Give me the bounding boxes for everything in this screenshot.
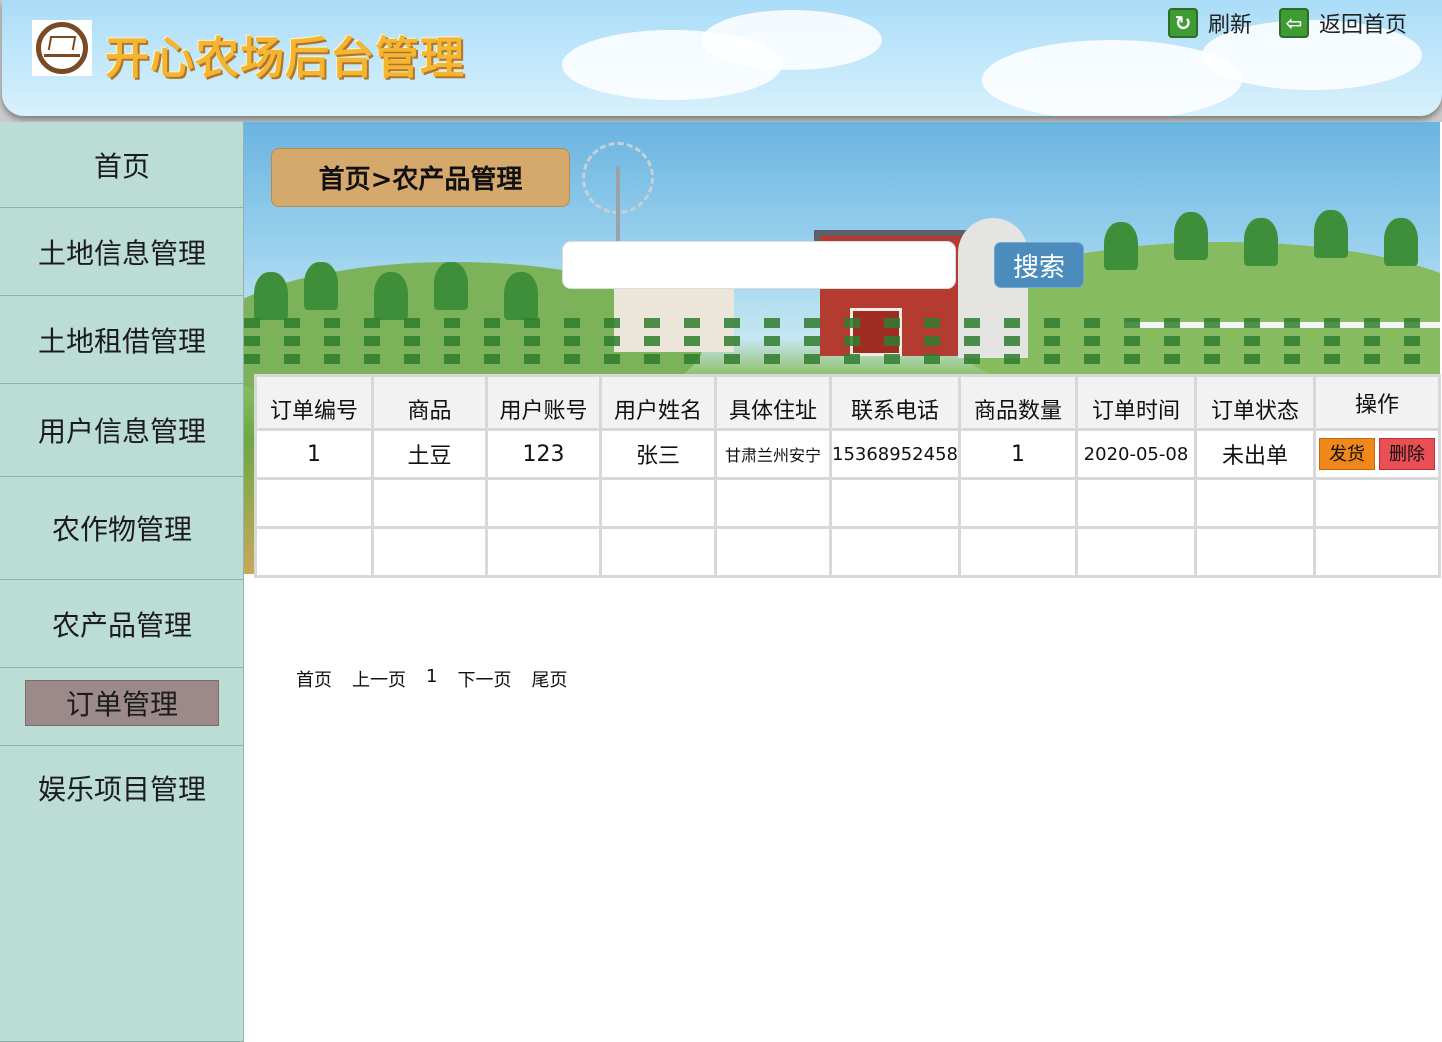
pagination: 首页 上一页 1 下一页 尾页 bbox=[296, 666, 567, 692]
sidebar-item-land-info[interactable]: 土地信息管理 bbox=[0, 208, 244, 296]
ship-button[interactable]: 发货 bbox=[1318, 438, 1375, 470]
pager-last-link[interactable]: 尾页 bbox=[531, 666, 567, 692]
empty-cell bbox=[714, 477, 832, 529]
sidebar-item-crops[interactable]: 农作物管理 bbox=[0, 477, 244, 580]
cell-order-id: 1 bbox=[254, 428, 374, 480]
tree-decoration bbox=[1244, 218, 1278, 266]
empty-cell bbox=[829, 477, 961, 529]
empty-cell bbox=[599, 526, 717, 578]
empty-cell bbox=[599, 477, 717, 529]
empty-cell bbox=[371, 477, 488, 529]
cell-phone: 15368952458 bbox=[829, 428, 961, 480]
orders-table: 订单编号 商品 用户账号 用户姓名 具体住址 联系电话 商品数量 订单时间 订单… bbox=[254, 374, 1441, 578]
sidebar-item-label: 农作物管理 bbox=[51, 513, 192, 546]
column-header-actions: 操作 bbox=[1312, 374, 1441, 431]
header-banner: 开心农场后台管理 ↻ 刷新 ⇦ 返回首页 bbox=[2, 0, 1442, 116]
empty-cell bbox=[714, 526, 832, 578]
cloud-decoration bbox=[702, 10, 882, 70]
tree-decoration bbox=[254, 272, 288, 320]
table-row-empty bbox=[254, 526, 1441, 578]
refresh-label: 刷新 bbox=[1208, 13, 1253, 38]
column-header-account: 用户账号 bbox=[485, 374, 602, 431]
tree-decoration bbox=[1384, 218, 1418, 266]
back-home-link[interactable]: ⇦ 返回首页 bbox=[1279, 7, 1407, 39]
empty-cell bbox=[485, 526, 602, 578]
empty-cell bbox=[254, 477, 374, 529]
sidebar-item-label: 用户信息管理 bbox=[37, 415, 206, 448]
empty-cell bbox=[1193, 526, 1316, 578]
sidebar-item-label: 土地信息管理 bbox=[37, 236, 206, 270]
sidebar-item-label: 娱乐项目管理 bbox=[37, 773, 206, 806]
table-header-row: 订单编号 商品 用户账号 用户姓名 具体住址 联系电话 商品数量 订单时间 订单… bbox=[254, 374, 1441, 431]
empty-cell bbox=[485, 477, 602, 529]
tree-decoration bbox=[1174, 212, 1208, 260]
column-header-name: 用户姓名 bbox=[599, 374, 717, 431]
empty-cell bbox=[254, 526, 374, 578]
table-row: 1 土豆 123 张三 甘肃兰州安宁 15368952458 1 2020-05… bbox=[254, 428, 1441, 480]
sidebar-item-land-rental[interactable]: 土地租借管理 bbox=[0, 296, 244, 384]
refresh-link[interactable]: ↻ 刷新 bbox=[1168, 7, 1252, 39]
cell-address: 甘肃兰州安宁 bbox=[714, 428, 832, 480]
column-header-order-id: 订单编号 bbox=[254, 374, 374, 431]
search-input[interactable] bbox=[562, 241, 956, 289]
column-header-product: 商品 bbox=[371, 374, 488, 431]
sidebar-item-active-highlight[interactable]: 订单管理 bbox=[25, 680, 219, 726]
crop-row-decoration bbox=[244, 354, 1440, 364]
pager-current-page: 1 bbox=[426, 666, 438, 687]
sidebar-item-label: 订单管理 bbox=[65, 688, 178, 721]
crop-row-decoration bbox=[244, 336, 1440, 346]
pager-prev-link[interactable]: 上一页 bbox=[352, 666, 406, 692]
cell-name: 张三 bbox=[599, 428, 717, 480]
tree-decoration bbox=[1104, 222, 1138, 270]
sidebar-item-label: 土地租借管理 bbox=[37, 324, 206, 358]
breadcrumb: 首页>农产品管理 bbox=[271, 148, 570, 207]
back-arrow-icon: ⇦ bbox=[1279, 8, 1309, 38]
empty-cell bbox=[1074, 526, 1197, 578]
cell-product: 土豆 bbox=[371, 428, 488, 480]
sidebar-item-label: 首页 bbox=[93, 149, 150, 183]
sidebar-item-entertainment[interactable]: 娱乐项目管理 bbox=[0, 746, 244, 830]
empty-cell bbox=[371, 526, 488, 578]
column-header-phone: 联系电话 bbox=[829, 374, 961, 431]
empty-cell bbox=[1074, 477, 1197, 529]
pager-first-link[interactable]: 首页 bbox=[296, 666, 332, 692]
empty-cell bbox=[829, 526, 961, 578]
tree-decoration bbox=[504, 272, 538, 320]
tree-decoration bbox=[374, 272, 408, 320]
sidebar-item-orders[interactable]: 订单管理 bbox=[0, 668, 244, 746]
column-header-address: 具体住址 bbox=[714, 374, 832, 431]
cell-actions: 发货 删除 bbox=[1312, 428, 1441, 480]
column-header-time: 订单时间 bbox=[1074, 374, 1197, 431]
column-header-status: 订单状态 bbox=[1193, 374, 1316, 431]
tree-decoration bbox=[1314, 210, 1348, 258]
sidebar-item-label: 农产品管理 bbox=[51, 608, 192, 642]
search-button[interactable]: 搜索 bbox=[994, 242, 1084, 288]
empty-cell bbox=[957, 526, 1078, 578]
column-header-quantity: 商品数量 bbox=[957, 374, 1078, 431]
sidebar-item-products[interactable]: 农产品管理 bbox=[0, 580, 244, 668]
tree-decoration bbox=[434, 262, 468, 310]
empty-cell bbox=[1312, 477, 1441, 529]
sidebar-item-user-info[interactable]: 用户信息管理 bbox=[0, 384, 244, 477]
refresh-icon: ↻ bbox=[1168, 8, 1198, 38]
empty-cell bbox=[1193, 477, 1316, 529]
table-row-empty bbox=[254, 477, 1441, 529]
sidebar: 首页 土地信息管理 土地租借管理 用户信息管理 农作物管理 农产品管理 订单管理… bbox=[0, 122, 244, 1042]
header-bar: 开心农场后台管理 ↻ 刷新 ⇦ 返回首页 bbox=[0, 0, 1442, 122]
cell-time: 2020-05-08 bbox=[1074, 428, 1197, 480]
tree-decoration bbox=[304, 262, 338, 310]
delete-button[interactable]: 删除 bbox=[1378, 438, 1435, 470]
empty-cell bbox=[957, 477, 1078, 529]
cell-account: 123 bbox=[485, 428, 602, 480]
empty-cell bbox=[1312, 526, 1441, 578]
farm-logo bbox=[32, 20, 92, 76]
back-home-label: 返回首页 bbox=[1319, 13, 1408, 38]
barn-door-decoration bbox=[850, 308, 902, 356]
sidebar-item-home[interactable]: 首页 bbox=[0, 122, 244, 208]
cell-quantity: 1 bbox=[957, 428, 1078, 480]
site-title: 开心农场后台管理 bbox=[105, 33, 465, 84]
pager-next-link[interactable]: 下一页 bbox=[457, 666, 511, 692]
cell-status: 未出单 bbox=[1193, 428, 1316, 480]
crop-row-decoration bbox=[244, 318, 1440, 328]
